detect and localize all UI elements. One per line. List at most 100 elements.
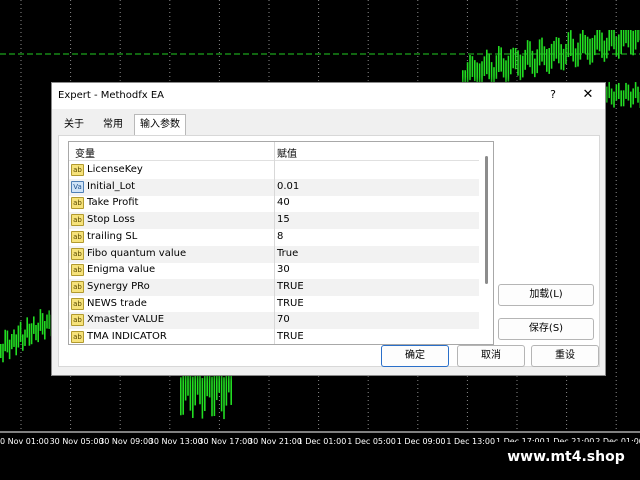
close-button[interactable]: ✕ (580, 87, 596, 103)
candle (19, 321, 22, 342)
candle (529, 41, 531, 68)
save-button[interactable]: 保存(S) (498, 318, 594, 340)
candle (22, 334, 24, 351)
candle (582, 30, 584, 54)
candle (6, 330, 9, 353)
parameter-value[interactable]: True (277, 248, 298, 259)
time-axis-label: 30 Nov 17:00 (198, 437, 252, 446)
header-variable[interactable]: 变量 (75, 145, 95, 160)
candle (603, 40, 606, 62)
candle (601, 32, 603, 58)
candle (8, 339, 11, 360)
parameter-value[interactable]: 15 (277, 214, 290, 225)
parameter-name: LicenseKey (87, 164, 143, 175)
candle (502, 58, 505, 78)
vertical-scrollbar[interactable] (480, 142, 493, 344)
candle (627, 84, 630, 101)
candle (543, 46, 546, 66)
candle (553, 40, 555, 62)
title-bar[interactable]: Expert - Methodfx EA ? ✕ (52, 83, 605, 109)
parameter-name: trailing SL (87, 230, 138, 242)
candle (622, 90, 625, 107)
candle (562, 48, 565, 71)
candle (625, 30, 627, 44)
tab-common[interactable]: 常用 (96, 116, 130, 136)
time-axis-label: 1 Dec 09:00 (397, 437, 446, 446)
help-button[interactable]: ? (546, 88, 560, 102)
candle (574, 48, 577, 68)
candle (507, 55, 510, 82)
candle (15, 334, 17, 356)
cancel-button[interactable]: 取消 (457, 345, 525, 367)
candle (500, 47, 502, 72)
candle (538, 39, 541, 66)
candle (469, 55, 471, 81)
candle (41, 313, 44, 335)
candle (510, 49, 512, 75)
candle (192, 376, 194, 418)
candle (486, 49, 488, 75)
candle (558, 37, 560, 64)
column-divider (274, 142, 275, 344)
candle (598, 30, 601, 52)
scrollbar-thumb[interactable] (485, 156, 488, 284)
candle (213, 374, 216, 417)
time-axis-label: 0 Nov 01:00 (0, 437, 49, 446)
candle (28, 323, 31, 346)
numeric-parameter-icon: Va (71, 180, 84, 193)
candle (622, 30, 625, 47)
time-axis-label: 30 Nov 21:00 (248, 437, 302, 446)
candle (546, 49, 548, 72)
candle (223, 377, 225, 420)
parameter-value[interactable]: 70 (277, 314, 290, 325)
candle (620, 30, 622, 55)
candle (606, 86, 608, 103)
candle (30, 323, 33, 345)
candle (180, 377, 182, 416)
candle (596, 30, 598, 50)
candle (220, 373, 223, 412)
text-parameter-icon: ab (71, 297, 84, 310)
ok-button[interactable]: 确定 (381, 345, 449, 367)
text-parameter-icon: ab (71, 164, 84, 176)
candle (11, 334, 13, 350)
candle (37, 322, 39, 343)
parameter-value[interactable]: 30 (277, 264, 290, 275)
candle (26, 317, 28, 338)
candle (634, 82, 637, 99)
parameter-value[interactable]: TRUE (277, 298, 304, 309)
parameter-name: Synergy PRo (87, 280, 150, 292)
candle (584, 35, 586, 54)
candle (586, 36, 589, 60)
time-axis-label: 1 Dec 01:00 (298, 437, 347, 446)
candle (2, 343, 4, 363)
candle (555, 37, 558, 59)
candle (17, 325, 20, 348)
candle (541, 37, 543, 62)
time-axis-label: 30 Nov 13:00 (149, 437, 203, 446)
text-parameter-icon: ab (71, 314, 84, 327)
tab-inputs[interactable]: 输入参数 (134, 114, 186, 136)
load-button[interactable]: 加载(L) (498, 284, 594, 306)
parameter-value[interactable]: TRUE (277, 281, 304, 292)
parameter-value[interactable]: 0.01 (277, 181, 299, 192)
parameter-value[interactable]: TRUE (277, 331, 304, 342)
header-value[interactable]: 赋值 (277, 145, 297, 160)
candle (637, 30, 639, 43)
candle (474, 60, 476, 82)
parameter-value[interactable]: 40 (277, 197, 290, 208)
tab-about[interactable]: 关于 (58, 116, 90, 136)
candle (4, 329, 6, 352)
candle (591, 37, 594, 63)
candle (589, 38, 591, 65)
candle (570, 30, 572, 56)
parameter-name: Enigma value (87, 264, 156, 276)
candle (46, 314, 48, 329)
candle (594, 35, 596, 56)
candle (211, 376, 213, 417)
candle (615, 84, 618, 101)
candle (495, 55, 498, 79)
parameters-list[interactable]: 变量 赋值 ab LicenseKey Va Initial_Lot 0.01 ab Tak… (68, 141, 494, 345)
reset-button[interactable]: 重设 (531, 345, 599, 367)
parameter-value[interactable]: 8 (277, 231, 283, 242)
